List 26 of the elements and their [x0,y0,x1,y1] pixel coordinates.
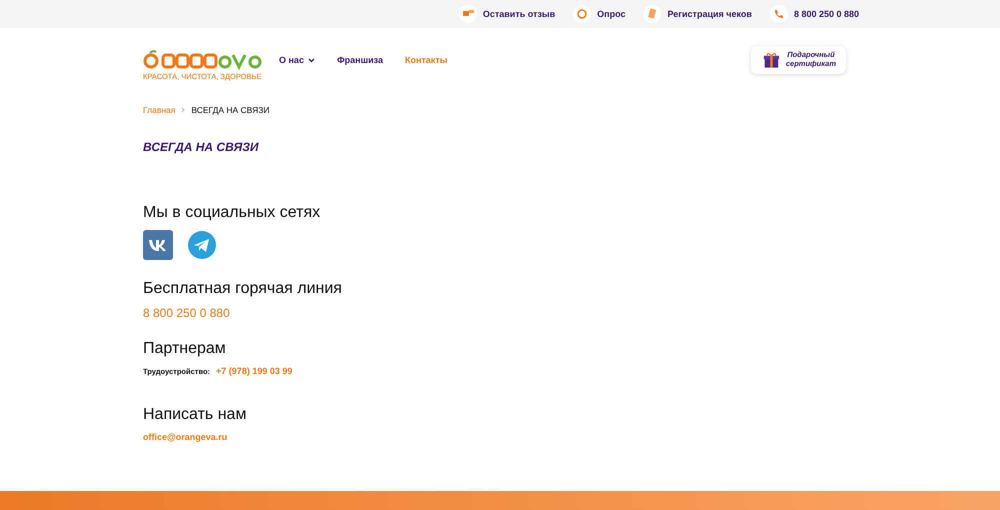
breadcrumb-current-text: ВСЕГДА НА СВЯЗИ [191,105,270,115]
logo-icon [143,50,263,70]
chevron-down-icon [308,58,315,62]
section-heading: Бесплатная горячая линия [143,280,343,298]
top-bar-link[interactable]: 8 800 250 0 880 [770,5,859,23]
section-heading: Партнерам [143,340,227,358]
top-bar-link[interactable]: Регистрация чеков [643,5,752,23]
paper-plane-icon[interactable] [187,230,217,260]
top-bar-link[interactable]: Опрос [573,5,626,23]
top-bar-link-text: Опрос [597,9,626,19]
top-bar-link-text: Оставить отзыв [482,9,556,19]
receipt-icon [643,5,662,23]
phone-icon [770,5,788,23]
vk-logo-icon[interactable] [143,230,173,260]
top-bar-link[interactable]: Оставить отзыв [458,5,556,23]
top-bar-link-text: 8 800 250 0 880 [794,9,859,19]
section-heading: Написать нам [143,406,248,424]
chevron-right-icon [181,107,186,113]
section-heading: Мы в социальных сетях [143,204,322,222]
poll-icon [573,5,592,23]
review-icon [458,5,477,23]
page-title: ВСЕГДА НА СВЯЗИ [143,140,260,154]
top-bar-link-text: Регистрация чеков [667,9,752,19]
nav-link[interactable]: Франшиза [336,55,383,65]
nav-link[interactable]: О нас [279,55,315,65]
gift-box-icon [763,50,780,70]
